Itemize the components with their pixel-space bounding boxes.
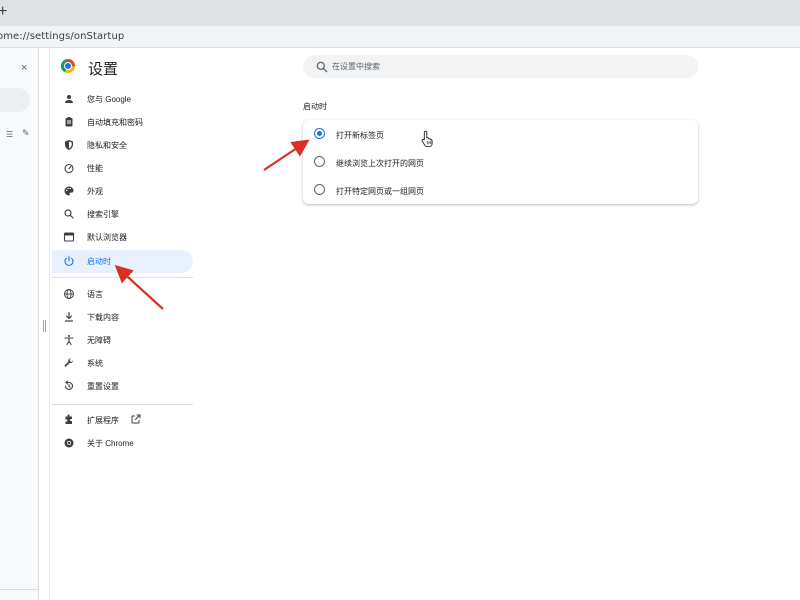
resize-handle[interactable] <box>43 320 46 332</box>
search-icon <box>316 61 328 73</box>
nav-label: 性能 <box>87 164 103 173</box>
nav-item-appearance[interactable]: 外观 <box>52 180 193 203</box>
wrench-icon <box>64 358 74 367</box>
radio-button[interactable] <box>314 184 325 195</box>
divider <box>49 48 50 600</box>
nav-label: 默认浏览器 <box>87 233 127 242</box>
nav-item-on-startup[interactable]: 启动时 <box>52 250 193 273</box>
settings-search-input[interactable]: 在设置中搜索 <box>303 55 698 78</box>
nav-label: 您与 Google <box>87 95 132 104</box>
close-icon[interactable]: × <box>21 62 27 74</box>
nav-item-system[interactable]: 系统 <box>52 352 193 375</box>
annotation-arrow <box>263 139 310 171</box>
clipboard-icon <box>65 117 73 127</box>
radio-label: 继续浏览上次打开的网页 <box>336 159 424 168</box>
nav-item-default-browser[interactable]: 默认浏览器 <box>52 226 193 249</box>
nav-item-reset[interactable]: 重置设置 <box>52 375 193 398</box>
nav-label: 系统 <box>87 359 103 368</box>
external-link-icon <box>131 414 141 424</box>
radio-label: 打开特定网页或一组网页 <box>336 187 424 196</box>
puzzle-icon <box>65 414 72 424</box>
nav-item-downloads[interactable]: 下载内容 <box>52 306 193 329</box>
nav-label: 无障碍 <box>87 336 111 345</box>
search-placeholder: 在设置中搜索 <box>332 62 380 71</box>
side-panel: × ☰ ✎ <box>0 48 39 600</box>
download-icon <box>64 311 74 322</box>
radio-button[interactable] <box>314 156 325 167</box>
accessibility-icon <box>64 335 74 346</box>
nav-item-privacy[interactable]: 隐私和安全 <box>52 134 193 157</box>
nav-label: 启动时 <box>87 257 111 266</box>
divider <box>52 277 193 278</box>
address-bar[interactable]: ome://settings/onStartup <box>0 26 800 48</box>
nav-label: 自动填充和密码 <box>87 118 143 127</box>
startup-options-card: 打开新标签页 继续浏览上次打开的网页 打开特定网页或一组网页 <box>303 120 698 204</box>
new-tab-button[interactable]: + <box>0 4 7 20</box>
side-panel-search[interactable] <box>0 88 30 112</box>
divider <box>52 404 193 405</box>
nav-label: 扩展程序 <box>87 416 119 425</box>
radio-label: 打开新标签页 <box>336 131 384 140</box>
palette-icon <box>64 186 74 196</box>
nav-label: 重置设置 <box>87 382 119 391</box>
chrome-logo-icon <box>61 59 75 73</box>
list-icon[interactable]: ☰ <box>6 130 13 139</box>
nav-label: 关于 Chrome <box>87 439 134 448</box>
section-title: 启动时 <box>303 102 327 111</box>
nav-label: 语言 <box>87 290 103 299</box>
speedometer-icon <box>64 163 74 174</box>
nav-item-you-and-google[interactable]: 您与 Google <box>52 88 193 111</box>
divider <box>0 589 39 590</box>
pencil-icon[interactable]: ✎ <box>22 128 30 139</box>
radio-button[interactable] <box>314 128 325 139</box>
power-icon <box>64 255 74 266</box>
startup-option-specific-pages[interactable]: 打开特定网页或一组网页 <box>303 176 698 204</box>
nav-label: 搜索引擎 <box>87 210 119 219</box>
startup-option-continue[interactable]: 继续浏览上次打开的网页 <box>303 148 698 176</box>
chrome-icon <box>64 438 74 448</box>
tab-strip: + <box>0 0 800 26</box>
address-url[interactable]: ome://settings/onStartup <box>0 31 124 42</box>
page-title: 设置 <box>88 61 119 78</box>
nav-item-about-chrome[interactable]: 关于 Chrome <box>52 432 193 455</box>
person-icon <box>65 95 73 103</box>
nav-item-search-engine[interactable]: 搜索引擎 <box>52 203 193 226</box>
nav-item-accessibility[interactable]: 无障碍 <box>52 329 193 352</box>
nav-item-autofill[interactable]: 自动填充和密码 <box>52 111 193 134</box>
nav-item-languages[interactable]: 语言 <box>52 283 193 306</box>
nav-label: 下载内容 <box>87 313 119 322</box>
nav-item-extensions[interactable]: 扩展程序 <box>52 409 193 432</box>
globe-icon <box>64 289 74 299</box>
nav-item-performance[interactable]: 性能 <box>52 157 193 180</box>
reset-icon <box>64 380 74 391</box>
startup-option-new-tab[interactable]: 打开新标签页 <box>303 120 698 148</box>
hand-cursor-icon <box>421 130 433 147</box>
nav-label: 隐私和安全 <box>87 141 127 150</box>
shield-icon <box>65 140 73 150</box>
search-icon <box>64 209 74 219</box>
browser-window-icon <box>63 232 75 242</box>
nav-label: 外观 <box>87 187 103 196</box>
